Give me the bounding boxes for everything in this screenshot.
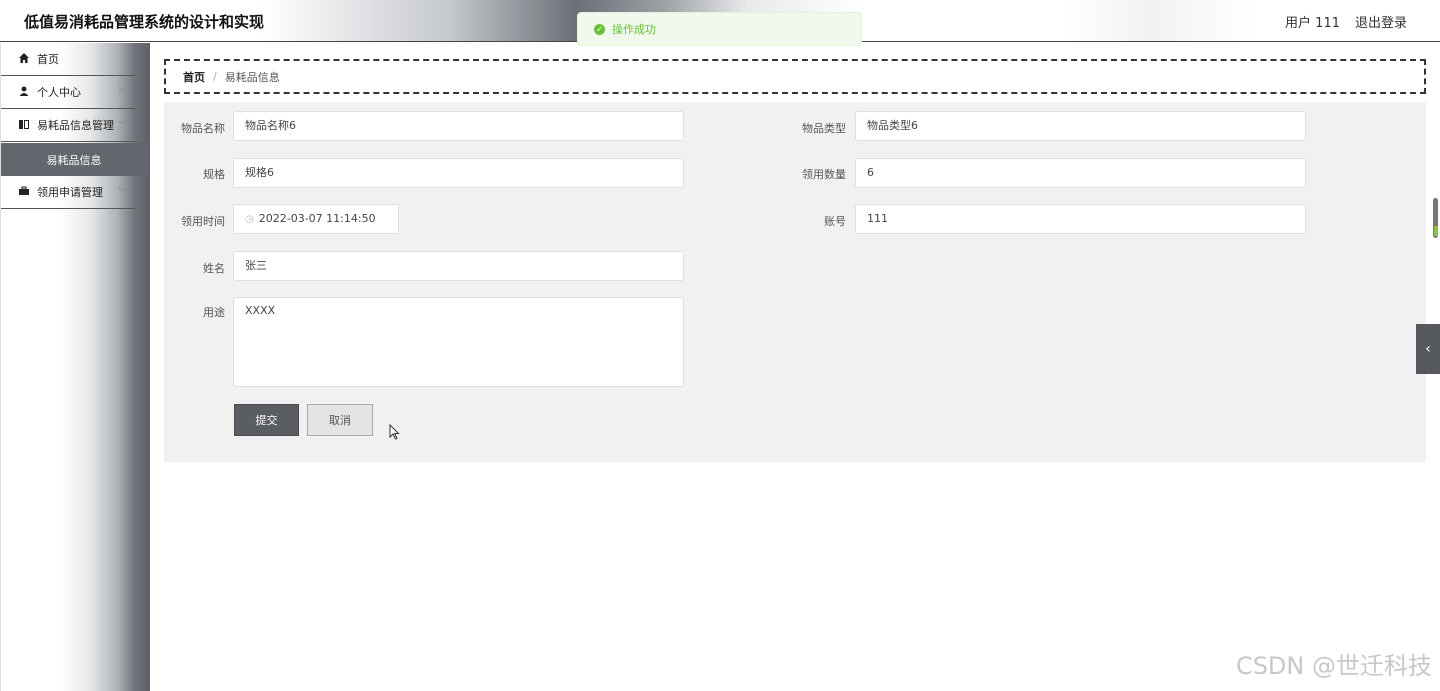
collapse-panel-button[interactable]: ‹ <box>1416 324 1440 374</box>
name-label: 姓名 <box>203 262 225 275</box>
breadcrumb-current: 易耗品信息 <box>224 70 280 84</box>
success-toast: ✓ 操作成功 <box>577 12 862 46</box>
breadcrumb: 首页 / 易耗品信息 <box>164 59 1426 94</box>
item-name-input[interactable]: 物品名称6 <box>233 111 684 141</box>
book-icon <box>18 119 30 132</box>
edit-form: 物品名称 物品名称6 物品类型 物品类型6 规格 规格6 领用数量 6 领用时间… <box>164 102 1426 462</box>
breadcrumb-separator: / <box>213 70 217 83</box>
sidebar-item-consumables[interactable]: 易耗品信息管理 ﹀ <box>1 109 135 142</box>
cancel-button[interactable]: 取消 <box>307 404 373 436</box>
sidebar-item-label: 个人中心 <box>37 86 81 99</box>
item-name-label: 物品名称 <box>181 122 225 135</box>
item-type-label: 物品类型 <box>802 122 846 135</box>
quantity-input[interactable]: 6 <box>855 158 1306 188</box>
submit-button[interactable]: 提交 <box>234 404 299 436</box>
purpose-label: 用途 <box>203 306 225 319</box>
chevron-down-icon: ﹀ <box>117 88 127 98</box>
item-type-input[interactable]: 物品类型6 <box>855 111 1306 141</box>
sidebar-subitem-consumable-info[interactable]: 易耗品信息 <box>1 143 149 176</box>
spec-label: 规格 <box>203 168 225 181</box>
sidebar-item-home[interactable]: 首页 <box>1 43 135 76</box>
name-input[interactable]: 张三 <box>233 251 684 281</box>
sidebar-item-label: 首页 <box>37 53 59 66</box>
chevron-left-icon: ‹ <box>1425 341 1431 357</box>
clock-icon: ◷ <box>245 214 254 225</box>
use-time-value: 2022-03-07 11:14:50 <box>258 212 376 225</box>
purpose-textarea[interactable]: XXXX <box>233 297 684 387</box>
briefcase-icon <box>18 186 30 199</box>
sidebar-item-requests[interactable]: 领用申请管理 ﹀ <box>1 176 135 209</box>
use-time-label: 领用时间 <box>181 215 225 228</box>
sidebar: 首页 个人中心 ﹀ 易耗品信息管理 ﹀ 易耗品信息 领用申请管理 ﹀ <box>0 43 150 691</box>
current-user-label: 用户 111 <box>1285 16 1340 31</box>
logout-link[interactable]: 退出登录 <box>1355 12 1407 31</box>
chevron-down-icon: ﹀ <box>117 121 127 131</box>
use-time-datepicker[interactable]: ◷ 2022-03-07 11:14:50 <box>233 204 399 234</box>
account-input[interactable]: 111 <box>855 204 1306 234</box>
account-label: 账号 <box>824 215 846 228</box>
quantity-label: 领用数量 <box>802 168 846 181</box>
mouse-cursor-icon <box>389 423 400 444</box>
sidebar-item-label: 易耗品信息管理 <box>37 119 114 132</box>
scrollbar-marker <box>1434 226 1438 236</box>
breadcrumb-home[interactable]: 首页 <box>183 69 205 85</box>
spec-input[interactable]: 规格6 <box>233 158 684 188</box>
home-icon <box>18 52 30 66</box>
check-circle-icon: ✓ <box>594 23 605 35</box>
app-title: 低值易消耗品管理系统的设计和实现 <box>24 13 265 31</box>
sidebar-item-label: 领用申请管理 <box>37 186 103 199</box>
sidebar-item-profile[interactable]: 个人中心 ﹀ <box>1 76 135 109</box>
toast-message: 操作成功 <box>612 23 656 36</box>
chevron-down-icon: ﹀ <box>117 188 127 198</box>
watermark: CSDN @世迁科技 <box>1235 652 1432 680</box>
user-icon <box>18 86 30 99</box>
